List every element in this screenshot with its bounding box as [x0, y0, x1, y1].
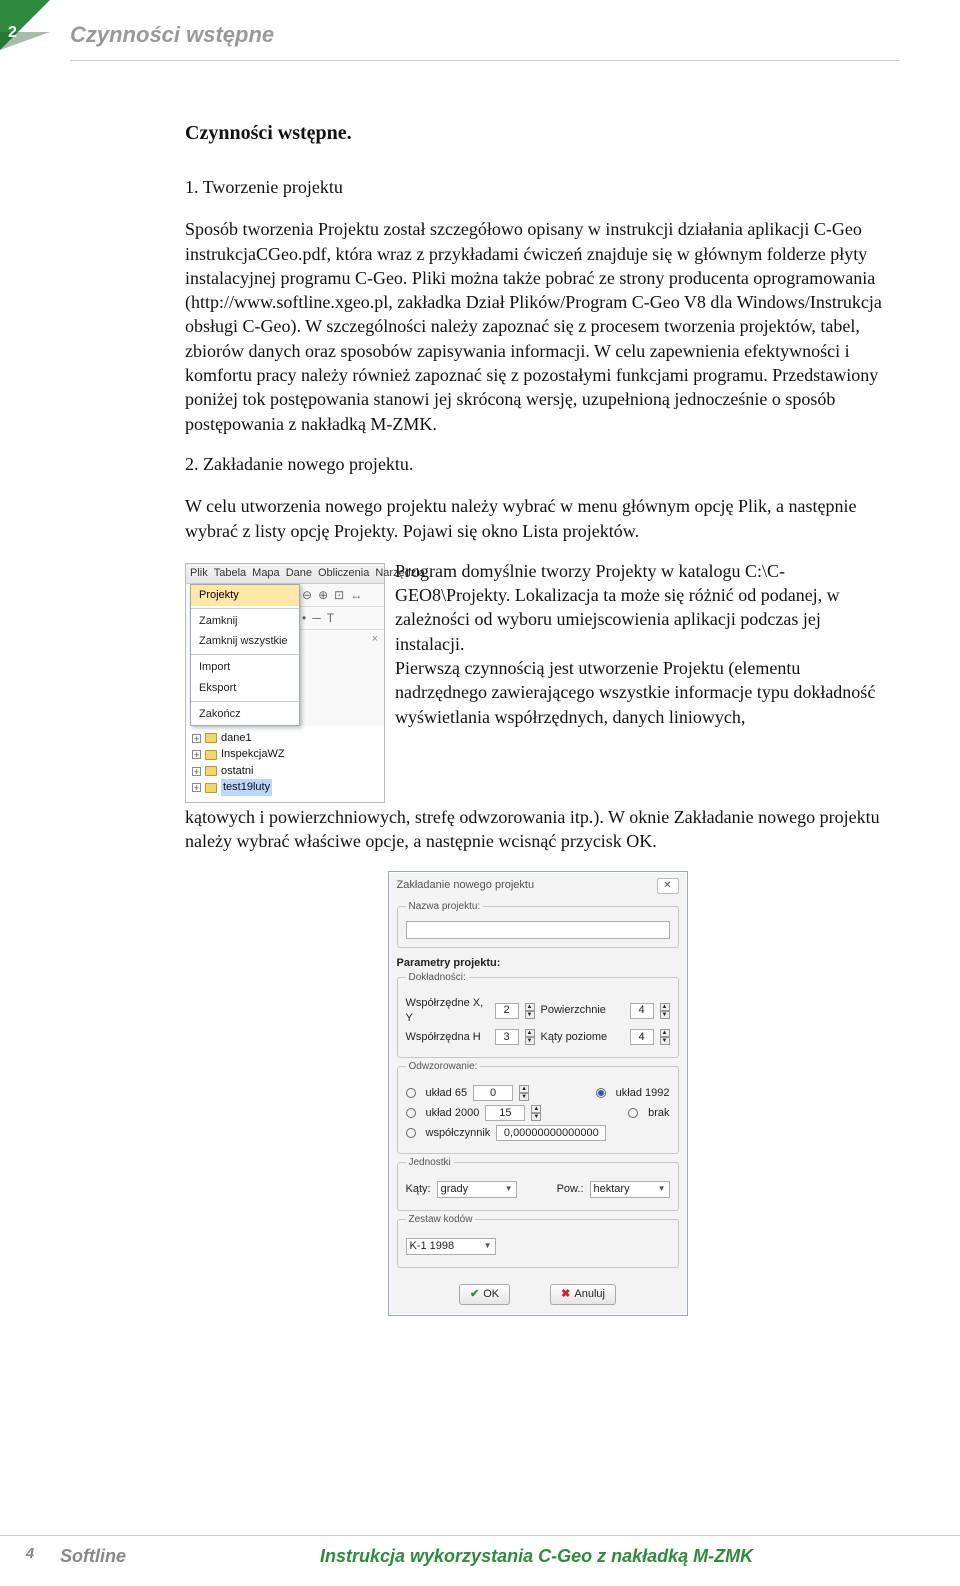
grp-proj-legend: Odwzorowanie:: [406, 1060, 481, 1074]
spin-65[interactable]: ▲▼: [519, 1085, 529, 1101]
project-name-input[interactable]: [406, 921, 670, 939]
wrap-block: Plik Tabela Mapa Dane Obliczenia Narzędz…: [185, 559, 890, 805]
spin-2000[interactable]: ▲▼: [531, 1105, 541, 1121]
lbl-pow: Powierzchnie: [541, 1003, 624, 1018]
tree-row[interactable]: +InspekcjaWZ: [192, 746, 378, 763]
zoom-fit-icon[interactable]: ⊡: [334, 587, 344, 603]
hand-icon[interactable]: ↔: [350, 587, 362, 603]
spin-xy[interactable]: ▲▼: [525, 1003, 535, 1019]
mi-projekty[interactable]: Projekty: [191, 585, 299, 606]
val-2000[interactable]: 15: [485, 1105, 525, 1121]
menu-tabela[interactable]: Tabela: [214, 566, 246, 581]
zoom-in-icon[interactable]: ⊕: [318, 587, 328, 603]
params-heading: Parametry projektu:: [397, 956, 679, 971]
menu-bar: Plik Tabela Mapa Dane Obliczenia Narzędz…: [186, 564, 384, 584]
ok-button[interactable]: ✔OK: [459, 1284, 510, 1305]
lbl-h: Współrzędna H: [406, 1030, 489, 1045]
opt-wsp: współczynnik: [426, 1126, 491, 1141]
val-pow[interactable]: 4: [630, 1003, 654, 1019]
close-icon[interactable]: ✕: [657, 878, 679, 894]
footer: 4 Softline Instrukcja wykorzystania C-Ge…: [0, 1535, 960, 1568]
val-katy[interactable]: 4: [630, 1029, 654, 1045]
screenshot-menu: Plik Tabela Mapa Dane Obliczenia Narzędz…: [185, 563, 385, 803]
content: Czynności wstępne. 1. Tworzenie projektu…: [185, 120, 890, 1316]
mi-zamknij[interactable]: Zamknij: [191, 611, 299, 632]
page-title: Czynności wstępne.: [185, 120, 890, 147]
paragraph-1: Sposób tworzenia Projektu został szczegó…: [185, 217, 890, 436]
val-h[interactable]: 3: [495, 1029, 519, 1045]
tree-row[interactable]: +dane1: [192, 730, 378, 747]
radio-2000[interactable]: [406, 1108, 416, 1118]
radio-wsp[interactable]: [406, 1128, 416, 1138]
grp-accuracy-legend: Dokładności:: [406, 971, 469, 985]
val-wsp[interactable]: 0,00000000000000: [496, 1125, 606, 1141]
section2-heading: 2. Zakładanie nowego projektu.: [185, 452, 890, 476]
menu-dane[interactable]: Dane: [286, 566, 312, 581]
mi-zakoncz[interactable]: Zakończ: [191, 704, 299, 725]
lbl-jkaty: Kąty:: [406, 1182, 431, 1197]
spin-h[interactable]: ▲▼: [525, 1029, 535, 1045]
paragraph-3b: Pierwszą czynnością jest utworzenie Proj…: [395, 658, 875, 727]
opt-1992: układ 1992: [616, 1086, 670, 1101]
page-header: Czynności wstępne: [70, 20, 900, 56]
t-icon[interactable]: T: [327, 610, 334, 626]
combo-codes[interactable]: K-1 1998▼: [406, 1238, 496, 1255]
mi-import[interactable]: Import: [191, 657, 299, 678]
mi-zamknij-wszystkie[interactable]: Zamknij wszystkie: [191, 631, 299, 652]
spin-katy[interactable]: ▲▼: [660, 1029, 670, 1045]
tree-row[interactable]: +test19luty: [192, 779, 378, 796]
radio-65[interactable]: [406, 1088, 416, 1098]
project-tree: +dane1 +InspekcjaWZ +ostatni +test19luty: [186, 726, 384, 802]
val-65[interactable]: 0: [473, 1085, 513, 1101]
page-number-top: 2: [8, 22, 17, 44]
val-xy[interactable]: 2: [495, 1003, 519, 1019]
x-icon: ✖: [561, 1287, 570, 1302]
grp-units-legend: Jednostki: [406, 1156, 454, 1170]
menu-plik[interactable]: Plik: [190, 566, 208, 581]
mi-eksport[interactable]: Eksport: [191, 678, 299, 699]
header-rule: [70, 60, 900, 61]
menu-obliczenia[interactable]: Obliczenia: [318, 566, 369, 581]
footer-softline: Softline: [60, 1544, 320, 1568]
toolbar-icons-2: • ─ T: [296, 607, 384, 630]
tree-row[interactable]: +ostatni: [192, 763, 378, 780]
grp-codes-legend: Zestaw kodów: [406, 1213, 476, 1227]
cancel-button[interactable]: ✖Anuluj: [550, 1284, 616, 1305]
paragraph-3c: kątowych i powierzchniowych, strefę odwz…: [185, 805, 890, 854]
lbl-jpow: Pow.:: [557, 1182, 584, 1197]
section1-heading: 1. Tworzenie projektu: [185, 175, 890, 199]
new-project-dialog: Zakładanie nowego projektu ✕ Nazwa proje…: [388, 871, 688, 1316]
check-icon: ✔: [470, 1287, 479, 1302]
opt-brak: brak: [648, 1106, 669, 1121]
combo-areas[interactable]: hektary▼: [590, 1181, 670, 1198]
menu-mapa[interactable]: Mapa: [252, 566, 280, 581]
radio-1992[interactable]: [596, 1088, 606, 1098]
dot-icon[interactable]: •: [302, 610, 306, 626]
lbl-xy: Współrzędne X, Y: [406, 996, 489, 1026]
radio-brak[interactable]: [628, 1108, 638, 1118]
combo-angles[interactable]: grady▼: [437, 1181, 517, 1198]
toolbar-icons: ⊖ ⊕ ⊡ ↔: [296, 584, 384, 607]
opt-65: układ 65: [426, 1086, 468, 1101]
dialog-title: Zakładanie nowego projektu: [397, 878, 535, 894]
spin-pow[interactable]: ▲▼: [660, 1003, 670, 1019]
footer-page-number: 4: [0, 1544, 60, 1568]
zoom-out-icon[interactable]: ⊖: [302, 587, 312, 603]
paragraph-3a: Program domyślnie tworzy Projekty w kata…: [395, 561, 840, 654]
opt-2000: układ 2000: [426, 1106, 480, 1121]
grp-name-legend: Nazwa projektu:: [406, 900, 484, 914]
paragraph-2: W celu utworzenia nowego projektu należy…: [185, 494, 890, 543]
file-dropdown: Projekty Zamknij Zamknij wszystkie Impor…: [190, 584, 300, 726]
dialog-wrap: Zakładanie nowego projektu ✕ Nazwa proje…: [185, 871, 890, 1316]
lbl-katy: Kąty poziome: [541, 1030, 624, 1045]
footer-doc-title: Instrukcja wykorzystania C-Geo z nakładk…: [320, 1544, 960, 1568]
close-icon[interactable]: ×: [296, 630, 384, 649]
line-icon[interactable]: ─: [312, 610, 321, 626]
